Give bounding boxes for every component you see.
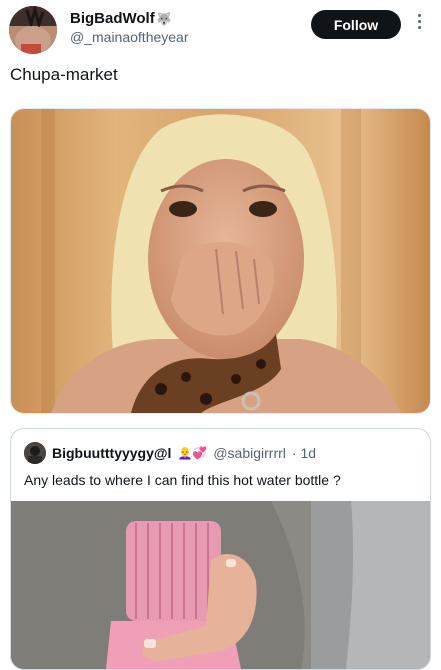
wolf-emoji: 🐺 (156, 12, 172, 26)
author-display-name[interactable]: BigBadWolf 🐺 (70, 10, 189, 28)
author-name-text[interactable]: BigBadWolf (70, 10, 155, 28)
author-handle[interactable]: @_mainaoftheyear (70, 28, 189, 46)
quoted-author-handle: @sabigirrrrl (213, 445, 286, 461)
quoted-tweet-header: Bigbuutttyyygy@l 👩‍🦲💞 @sabigirrrrl · 1d (24, 442, 316, 464)
quoted-tweet-text: Any leads to where I can find this hot w… (24, 472, 341, 488)
tweet-media-image[interactable] (10, 108, 431, 414)
quoted-author-name: Bigbuutttyyygy@l (52, 445, 172, 461)
quoted-tweet-media-image (11, 501, 430, 669)
tweet-text: Chupa-market (10, 65, 118, 84)
more-vertical-icon[interactable] (414, 14, 424, 34)
quoted-author-emoji: 👩‍🦲💞 (177, 446, 208, 460)
quoted-tweet[interactable]: Bigbuutttyyygy@l 👩‍🦲💞 @sabigirrrrl · 1d … (10, 428, 431, 670)
quoted-author-avatar (24, 442, 46, 464)
author-info: BigBadWolf 🐺 @_mainaoftheyear (70, 10, 189, 46)
follow-button[interactable]: Follow (311, 10, 401, 39)
quoted-tweet-time: · 1d (291, 445, 317, 461)
author-avatar[interactable] (9, 6, 57, 54)
